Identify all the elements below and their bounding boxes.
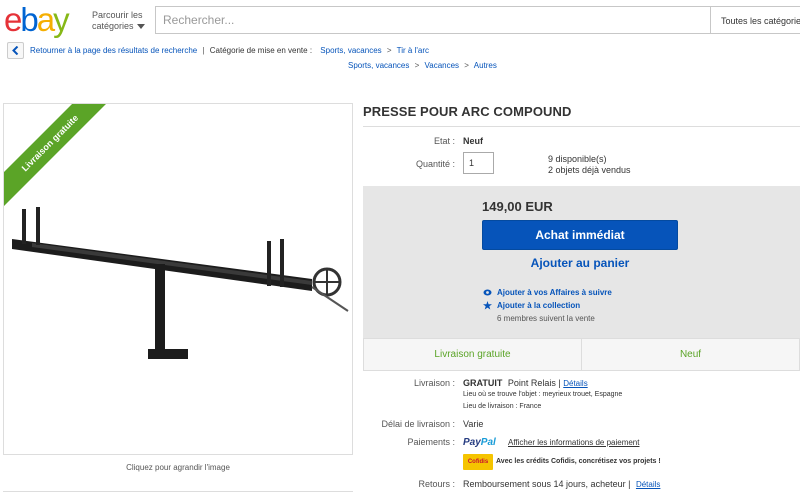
back-to-results-link[interactable]: Retourner à la page des résultats de rec… <box>30 46 197 55</box>
breadcrumb-link[interactable]: Tir à l'arc <box>397 46 429 55</box>
condition-badge: Neuf <box>679 349 702 360</box>
breadcrumb-secondary: Sports, vacances > Vacances > Autres <box>348 61 497 70</box>
availability-text: 9 disponible(s) <box>548 154 607 164</box>
shipping-label: Livraison : <box>413 378 455 388</box>
returns-info: Remboursement sous 14 jours, acheteur | … <box>463 479 660 489</box>
product-image[interactable] <box>12 199 352 369</box>
watchers-count: 6 membres suivent la vente <box>497 314 595 323</box>
breadcrumb-link[interactable]: Sports, vacances <box>320 46 381 55</box>
payment-info-link[interactable]: Afficher les informations de paiement <box>508 438 639 447</box>
item-location: Lieu où se trouve l'objet : meyrieux tro… <box>463 391 623 398</box>
add-to-cart-button[interactable]: Ajouter au panier <box>482 256 678 270</box>
browse-label-line1: Parcourir les <box>92 10 143 20</box>
sold-count-link[interactable]: 2 objets déjà vendus <box>548 165 631 175</box>
delivery-delay-label: Délai de livraison : <box>381 419 455 429</box>
browse-categories-button[interactable]: Parcourir les catégories <box>92 10 145 32</box>
buy-now-button[interactable]: Achat immédiat <box>482 220 678 250</box>
chevron-left-icon <box>12 46 19 55</box>
divider <box>3 491 353 492</box>
add-to-watchlist-link[interactable]: Ajouter à vos Affaires à suivre <box>497 288 612 297</box>
separator: | <box>202 46 205 55</box>
shipping-method: Point Relais | <box>507 378 561 388</box>
caret-down-icon <box>136 24 145 30</box>
header: ebay Parcourir les catégories Rechercher… <box>0 0 800 40</box>
shipping-free: GRATUIT <box>463 378 503 388</box>
breadcrumb-link[interactable]: Sports, vacances <box>348 61 409 70</box>
category-label: Catégorie de mise en vente : <box>209 46 313 55</box>
price: 149,00 EUR <box>482 199 553 214</box>
add-to-collection-link[interactable]: Ajouter à la collection <box>497 301 580 310</box>
quantity-input[interactable]: 1 <box>463 152 494 174</box>
paypal-logo: PayPal <box>463 437 496 448</box>
breadcrumb-link[interactable]: Vacances <box>425 61 460 70</box>
payment-label: Paiements : <box>407 437 455 447</box>
condition-label: Etat : <box>433 136 455 146</box>
browse-label-line2: catégories <box>92 21 134 31</box>
cofidis-logo: Cofidis <box>463 454 493 470</box>
product-image-panel[interactable]: Livraison gratuite <box>3 103 353 455</box>
search-input[interactable]: Rechercher... <box>155 6 710 34</box>
breadcrumb: Retourner à la page des résultats de rec… <box>30 46 429 55</box>
shipping-details-link[interactable]: Détails <box>563 379 587 388</box>
star-icon <box>483 301 492 310</box>
free-shipping-badge: Livraison gratuite <box>434 349 511 360</box>
returns-label: Retours : <box>418 479 455 489</box>
returns-value: Remboursement sous 14 jours, acheteur | <box>463 479 631 489</box>
condition-value: Neuf <box>463 136 483 146</box>
item-title: PRESSE POUR ARC COMPOUND <box>363 104 572 119</box>
category-select[interactable]: Toutes les catégories <box>710 6 800 34</box>
highlights-bar: Livraison gratuite Neuf <box>363 338 800 371</box>
delivery-delay-value: Varie <box>463 419 484 429</box>
ebay-logo[interactable]: ebay <box>4 2 70 38</box>
breadcrumb-link[interactable]: Autres <box>474 61 497 70</box>
divider <box>363 126 800 127</box>
shipping-info: GRATUIT Point Relais | Détails <box>463 378 588 388</box>
cofidis-text: Avec les crédits Cofidis, concrétisez vo… <box>496 458 661 465</box>
eye-icon <box>483 289 492 296</box>
enlarge-image-hint[interactable]: Cliquez pour agrandir l'image <box>0 463 356 472</box>
returns-details-link[interactable]: Détails <box>636 480 660 489</box>
ship-to: Lieu de livraison : France <box>463 403 542 410</box>
back-button[interactable] <box>7 42 24 59</box>
quantity-label: Quantité : <box>415 159 455 169</box>
